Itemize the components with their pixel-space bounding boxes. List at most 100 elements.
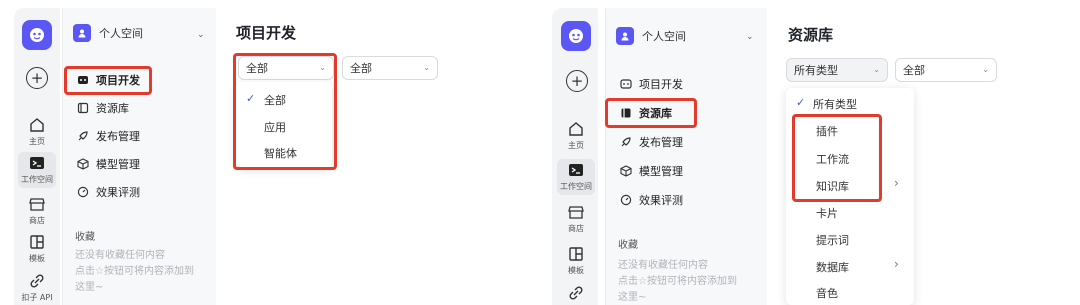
rail-item-template[interactable]: 模板	[553, 246, 599, 276]
rail-item-api[interactable]: 扣子 API	[14, 273, 60, 303]
dropdown-option[interactable]: 提示词	[816, 232, 849, 248]
rocket-icon	[621, 137, 631, 147]
dropdown-option[interactable]: 数据库	[816, 259, 849, 275]
check-icon: ✓	[796, 96, 806, 109]
rail-label: 主页	[568, 141, 584, 150]
nav-label: 效果评测	[639, 194, 683, 207]
nav-item-publish[interactable]: 发布管理	[614, 130, 754, 154]
link-icon	[569, 286, 583, 300]
template-icon	[569, 247, 583, 261]
gauge-icon	[620, 194, 632, 206]
favorites-line: 这里~	[75, 282, 104, 293]
rail-label: 扣子 API	[21, 293, 53, 302]
nav-label: 发布管理	[639, 136, 683, 149]
favorites-line: 还没有收藏任何内容	[618, 260, 708, 271]
rail-label: 商店	[568, 224, 584, 233]
nav-item-models[interactable]: 模型管理	[614, 159, 754, 183]
bot-icon	[620, 79, 632, 89]
select-value: 全部	[350, 62, 372, 75]
left-panel: + 主页 工作空间 商店 模板 扣子 API 个人空间 ⌄ 项目开发 资源库 发…	[0, 0, 530, 305]
rocket-icon	[78, 131, 88, 141]
nav-label: 效果评测	[96, 186, 140, 199]
status-filter-select[interactable]: 全部 ⌄	[895, 58, 997, 82]
nav-label: 资源库	[96, 102, 129, 115]
home-icon	[30, 118, 44, 132]
library-icon	[77, 102, 89, 114]
chevron-right-icon: ›	[894, 176, 899, 190]
favorites-empty-text: 还没有收藏任何内容 点击☆按钮可将内容添加到 这里~	[75, 248, 215, 296]
space-name: 个人空间	[642, 30, 686, 43]
nav-item-library[interactable]: 资源库	[71, 96, 211, 120]
chevron-down-icon: ⌄	[982, 65, 989, 74]
right-sidenav: 个人空间 ⌄ 项目开发 资源库 发布管理 模型管理 效果评测 收藏 还没有收藏任…	[605, 8, 767, 305]
create-plus-icon[interactable]: +	[566, 70, 588, 92]
rail-label: 模板	[29, 254, 45, 263]
favorites-title: 收藏	[75, 232, 95, 243]
chevron-down-icon: ⌄	[423, 63, 430, 72]
rail-item-home[interactable]: 主页	[14, 117, 60, 147]
rail-item-workspace[interactable]: 工作空间	[557, 159, 595, 195]
cube-icon	[77, 158, 89, 170]
user-avatar-icon	[73, 24, 91, 42]
nav-label: 模型管理	[639, 165, 683, 178]
template-icon	[30, 235, 44, 249]
store-icon	[568, 206, 584, 219]
nav-label: 模型管理	[96, 158, 140, 171]
select-value: 全部	[903, 64, 925, 77]
nav-label: 项目开发	[639, 78, 683, 91]
space-switcher[interactable]: 个人空间	[73, 24, 143, 42]
chevron-down-icon: ⌄	[873, 65, 880, 74]
terminal-icon	[30, 157, 44, 169]
cube-icon	[620, 165, 632, 177]
type-filter-select[interactable]: 所有类型 ⌄	[786, 58, 888, 82]
nav-item-evaluation[interactable]: 效果评测	[614, 188, 754, 212]
rail-item-template[interactable]: 模板	[14, 234, 60, 264]
user-avatar-icon	[616, 27, 634, 45]
terminal-icon	[569, 164, 583, 176]
left-sidenav: 个人空间 ⌄ 项目开发 资源库 发布管理 模型管理 效果评测 收藏 还没有收藏任…	[62, 8, 216, 305]
rail-item-home[interactable]: 主页	[553, 121, 599, 151]
highlight-box	[64, 66, 152, 95]
rail-item-api[interactable]	[553, 285, 599, 304]
app-logo-icon[interactable]	[22, 20, 52, 50]
page-title: 资源库	[788, 26, 834, 44]
gauge-icon	[77, 186, 89, 198]
favorites-line: 还没有收藏任何内容	[75, 250, 165, 261]
status-filter-select[interactable]: 全部 ⌄	[342, 56, 438, 80]
favorites-line: 点击☆按钮可将内容添加到	[618, 276, 737, 287]
rail-item-workspace[interactable]: 工作空间	[18, 152, 56, 188]
favorites-empty-text: 还没有收藏任何内容 点击☆按钮可将内容添加到 这里~	[618, 258, 768, 305]
favorites-line: 点击☆按钮可将内容添加到	[75, 266, 194, 277]
dropdown-option[interactable]: 卡片	[816, 205, 838, 221]
rail-label: 主页	[29, 137, 45, 146]
nav-item-evaluation[interactable]: 效果评测	[71, 180, 211, 204]
nav-item-models[interactable]: 模型管理	[71, 152, 211, 176]
home-icon	[569, 122, 583, 136]
favorites-title: 收藏	[618, 240, 638, 251]
right-panel: + 主页 工作空间 商店 模板 个人空间 ⌄ 项目开发 资源库 发布管理 模型管…	[546, 0, 1080, 305]
highlight-box	[792, 114, 882, 202]
favorites-line: 这里~	[618, 292, 647, 303]
highlight-box	[605, 98, 697, 128]
rail-label: 商店	[29, 216, 45, 225]
rail-label: 模板	[568, 266, 584, 275]
rail-item-store[interactable]: 商店	[14, 196, 60, 226]
rail-item-store[interactable]: 商店	[553, 204, 599, 234]
nav-item-project-dev[interactable]: 项目开发	[614, 72, 754, 96]
create-plus-icon[interactable]: +	[26, 67, 48, 89]
page-title: 项目开发	[236, 24, 297, 42]
app-logo-icon[interactable]	[561, 21, 591, 51]
nav-label: 发布管理	[96, 130, 140, 143]
select-value: 所有类型	[794, 64, 838, 77]
space-name: 个人空间	[99, 27, 143, 40]
chevron-down-icon[interactable]: ⌄	[746, 32, 754, 42]
dropdown-option[interactable]: 所有类型	[813, 96, 857, 112]
dropdown-option[interactable]: 音色	[816, 285, 838, 301]
highlight-box	[233, 53, 337, 170]
store-icon	[29, 198, 45, 211]
nav-item-publish[interactable]: 发布管理	[71, 124, 211, 148]
space-switcher[interactable]: 个人空间	[616, 27, 686, 45]
rail-label: 工作空间	[21, 175, 53, 184]
chevron-down-icon[interactable]: ⌄	[197, 30, 205, 40]
chevron-right-icon: ›	[894, 257, 899, 271]
